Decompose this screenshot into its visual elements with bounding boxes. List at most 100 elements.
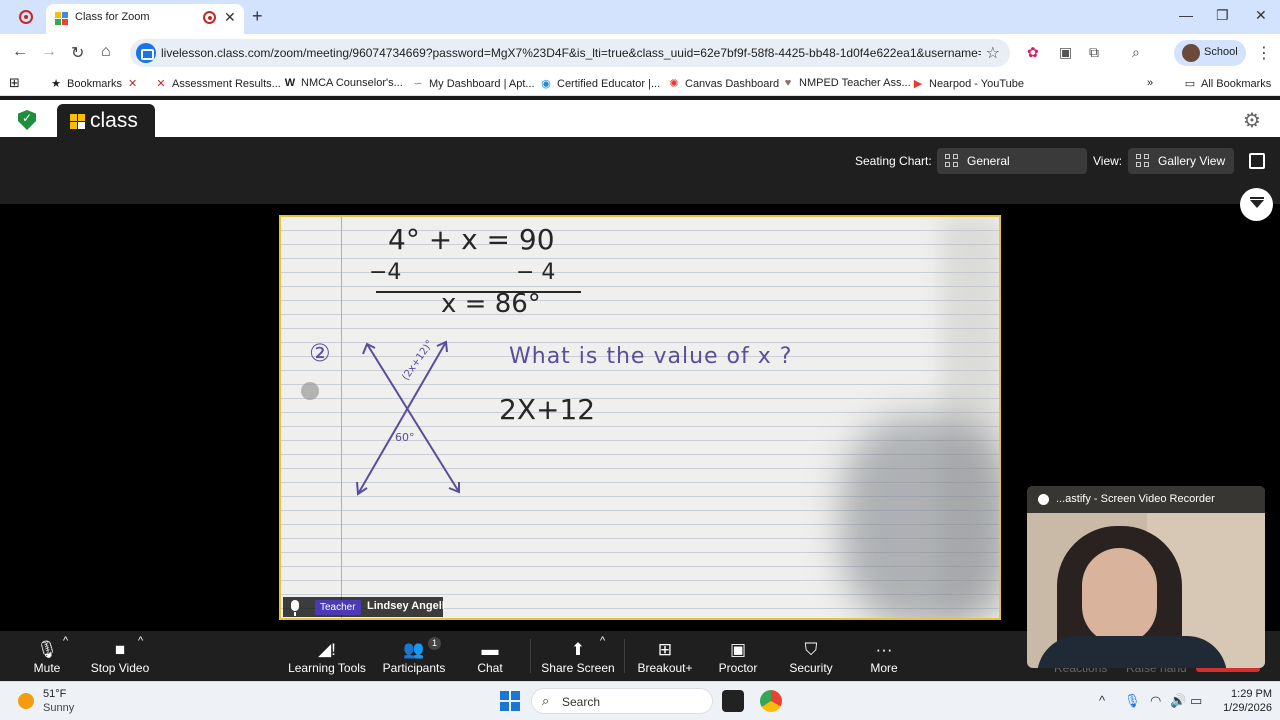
popout-icon[interactable] bbox=[1249, 153, 1265, 169]
all-bookmarks-folder[interactable]: ▭ All Bookmarks bbox=[1184, 77, 1272, 90]
minimize-button[interactable]: — bbox=[1179, 7, 1193, 23]
volume-icon[interactable]: 🔊 bbox=[1170, 693, 1186, 709]
security-shield-icon: ⛉ bbox=[804, 640, 818, 659]
wave-icon: ∽ bbox=[413, 78, 423, 90]
shield-check-icon bbox=[18, 110, 36, 130]
bookmark-item[interactable]: ♥ NMPED Teacher Ass... bbox=[782, 77, 911, 89]
extensions-puzzle-icon[interactable]: ⧉ bbox=[1089, 44, 1105, 60]
binder-hole bbox=[301, 382, 319, 400]
view-dropdown[interactable]: Gallery View bbox=[1128, 148, 1234, 174]
bookmark-item[interactable]: ✕ Assessment Results... bbox=[155, 77, 280, 90]
new-tab-button[interactable]: + bbox=[252, 6, 263, 27]
video-options-chevron-icon[interactable]: ^ bbox=[138, 635, 143, 647]
hand-shadow bbox=[841, 417, 999, 618]
weather-sun-icon[interactable] bbox=[18, 693, 34, 709]
learning-tools-button[interactable]: ◢! Learning Tools bbox=[284, 631, 370, 681]
maximize-button[interactable]: ❐ bbox=[1216, 7, 1229, 24]
stop-video-button[interactable]: ■ ^ Stop Video bbox=[88, 631, 152, 681]
seating-chart-dropdown[interactable]: General bbox=[937, 148, 1087, 174]
back-arrow-icon[interactable]: ← bbox=[12, 43, 28, 61]
problem-number: ② bbox=[309, 339, 331, 367]
notebook-paper: 4° + x = 90 −4 − 4 x = 86° ② (2x+12)° 60… bbox=[281, 217, 999, 618]
security-button[interactable]: ⛉ Security bbox=[784, 631, 838, 681]
more-bookmarks-chevron-icon[interactable]: » bbox=[1147, 77, 1153, 89]
microphone-icon bbox=[291, 600, 299, 616]
weather-temperature[interactable]: 51°F bbox=[43, 688, 66, 700]
teacher-video[interactable]: 4° + x = 90 −4 − 4 x = 86° ② (2x+12)° 60… bbox=[279, 215, 1001, 620]
equation-line-3: x = 86° bbox=[441, 289, 541, 319]
proctor-button[interactable]: ▣ Proctor bbox=[712, 631, 764, 681]
apps-grid-icon[interactable]: ⊞ bbox=[9, 75, 20, 91]
taskbar-search[interactable]: ⌕ Search bbox=[531, 688, 713, 714]
x-logo-icon: ✕ bbox=[156, 78, 166, 90]
battery-icon[interactable]: ▭ bbox=[1190, 693, 1202, 709]
search-placeholder: Search bbox=[562, 695, 601, 709]
share-screen-icon: ⬆ bbox=[570, 640, 586, 659]
canvas-icon: ✺ bbox=[669, 78, 679, 90]
bookmark-item[interactable]: W NMCA Counselor's... bbox=[284, 77, 403, 89]
bookmark-item[interactable]: ▶ Nearpod - YouTube bbox=[912, 77, 1024, 90]
view-value: Gallery View bbox=[1158, 154, 1226, 168]
bookmark-star-icon[interactable]: ☆ bbox=[986, 43, 1000, 63]
youtube-icon: ▶ bbox=[913, 78, 923, 90]
avatar bbox=[1182, 44, 1200, 62]
chrome-taskbar-icon[interactable] bbox=[760, 690, 782, 712]
bookmark-item[interactable]: ∽ My Dashboard | Apt... bbox=[412, 77, 534, 90]
chat-button[interactable]: ▬ Chat bbox=[468, 631, 512, 681]
site-info-icon[interactable] bbox=[136, 43, 156, 63]
participant-nametag: Teacher Lindsey Angell bbox=[283, 597, 445, 617]
webcam-overlay[interactable]: ...astify - Screen Video Recorder bbox=[1027, 486, 1265, 668]
video-camera-icon: ■ bbox=[114, 640, 126, 659]
profile-button[interactable]: School bbox=[1174, 40, 1246, 66]
tray-microphone-icon[interactable]: 🎙 bbox=[1124, 693, 1141, 709]
breakout-button[interactable]: ⊞ Breakout+ bbox=[634, 631, 696, 681]
share-screen-button[interactable]: ⬆ ^ Share Screen bbox=[538, 631, 618, 681]
x-logo-icon[interactable]: ✕ bbox=[128, 77, 137, 90]
class-logo-text: class bbox=[90, 109, 138, 132]
intersecting-lines-diagram bbox=[356, 340, 460, 496]
webcam-title-bar[interactable]: ...astify - Screen Video Recorder bbox=[1027, 486, 1265, 513]
tab-recording-icon bbox=[203, 11, 216, 24]
forward-arrow-icon[interactable]: → bbox=[41, 43, 57, 61]
bookmark-item[interactable]: ✺ Canvas Dashboard bbox=[668, 77, 779, 90]
wifi-icon[interactable]: ◠ bbox=[1150, 693, 1161, 709]
w-logo-icon: W bbox=[284, 77, 296, 89]
person-shirt bbox=[1037, 636, 1227, 668]
weather-condition[interactable]: Sunny bbox=[43, 702, 74, 714]
equation-line-1: 4° + x = 90 bbox=[388, 223, 555, 256]
home-icon[interactable]: ⌂ bbox=[101, 43, 111, 61]
grid-icon bbox=[945, 154, 959, 168]
more-dots-icon: ··· bbox=[875, 640, 893, 659]
chrome-menu-icon[interactable]: ⋮ bbox=[1256, 43, 1272, 63]
gear-icon[interactable]: ⚙ bbox=[1243, 108, 1261, 133]
mute-button[interactable]: 🎙 ^ Mute bbox=[20, 631, 74, 681]
tab-close-icon[interactable]: ✕ bbox=[224, 9, 236, 26]
tab-class-for-zoom[interactable]: Class for Zoom ✕ bbox=[46, 4, 244, 34]
reload-icon[interactable]: ↻ bbox=[71, 43, 84, 63]
bookmark-item[interactable]: ★ Bookmarks bbox=[50, 77, 122, 90]
collapse-toolbar-button[interactable] bbox=[1240, 188, 1273, 221]
more-button[interactable]: ··· More bbox=[864, 631, 904, 681]
participants-count-badge: 1 bbox=[428, 637, 441, 650]
chat-bubble-icon: ▬ bbox=[481, 640, 499, 659]
windows-start-icon[interactable] bbox=[500, 691, 520, 711]
taskbar-clock[interactable]: 1:29 PM 1/29/2026 bbox=[1212, 687, 1272, 715]
address-bar[interactable]: livelesson.class.com/zoom/meeting/960747… bbox=[130, 39, 1010, 67]
close-window-button[interactable]: ✕ bbox=[1255, 7, 1267, 24]
recording-indicator-icon[interactable] bbox=[19, 10, 33, 24]
url-text[interactable]: livelesson.class.com/zoom/meeting/960747… bbox=[161, 46, 981, 60]
mute-options-chevron-icon[interactable]: ^ bbox=[63, 635, 68, 647]
bookmark-item[interactable]: ◉ Certified Educator |... bbox=[540, 77, 660, 90]
screen-recorder-extension-icon[interactable]: ▣ bbox=[1059, 44, 1075, 60]
folder-icon: ▭ bbox=[1184, 78, 1196, 90]
bookmarks-bar: ⊞ ★ Bookmarks ✕ ✕ Assessment Results... WN… bbox=[0, 72, 1280, 96]
view-label: View: bbox=[1093, 154, 1123, 168]
extension-icon[interactable]: ✿ bbox=[1027, 44, 1043, 60]
star-icon: ★ bbox=[51, 78, 61, 90]
question-text: What is the value of x ? bbox=[509, 344, 793, 369]
windows-taskbar: 51°F Sunny ⌕ Search ^ 🎙 ◠ 🔊 ▭ 1:29 PM 1/… bbox=[0, 681, 1280, 720]
tab-search-icon[interactable]: ⌕ bbox=[1132, 44, 1148, 60]
task-view-icon[interactable] bbox=[722, 690, 744, 712]
share-options-chevron-icon[interactable]: ^ bbox=[600, 635, 605, 647]
tray-chevron-icon[interactable]: ^ bbox=[1099, 693, 1105, 708]
